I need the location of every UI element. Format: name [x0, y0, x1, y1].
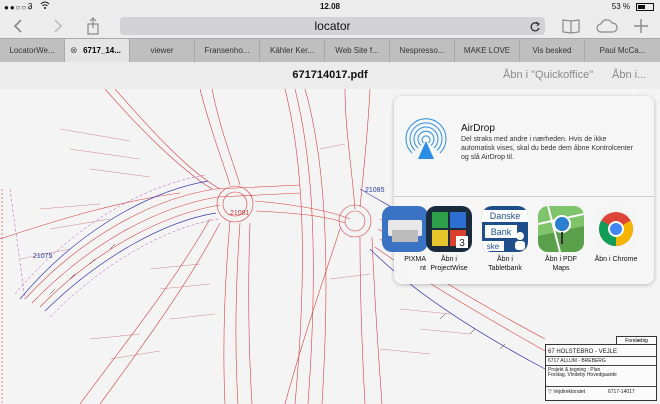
chainage-label: 21081	[230, 210, 250, 217]
pdf-maps-icon	[538, 206, 584, 252]
battery-percent: 53 %	[611, 2, 630, 11]
address-bar[interactable]: locator	[120, 17, 545, 35]
tab-item[interactable]: Fransenho...	[195, 39, 260, 62]
status-bar: ●●○○○ 3 12.08 53 %	[0, 0, 660, 14]
reload-icon[interactable]	[529, 17, 541, 40]
share-sheet-popover: AirDrop Del straks med andre i nærheden.…	[382, 96, 654, 284]
danske-bank-icon: Danske Bank ske	[482, 206, 528, 252]
title-block-line: Forslag, Vindeby Hovedgaarde	[548, 372, 617, 378]
app-pdf-maps[interactable]: Åbn i PDF Maps	[536, 206, 586, 273]
drawing-title-block: 67 HOLSTEBRO - VEJLE 6717 ALLUM - BREBER…	[545, 344, 657, 401]
tab-label: Web Site f...	[335, 46, 379, 55]
title-block-project: 67 HOLSTEBRO - VEJLE	[548, 349, 618, 355]
airdrop-title: AirDrop	[461, 123, 495, 134]
pdf-header: 671714017.pdf Åbn i "Quickoffice" Åbn i.…	[0, 62, 660, 89]
pixma-icon	[382, 206, 428, 252]
app-label: Åbn i ProjectWise	[430, 256, 468, 272]
open-in-button[interactable]: Åbn i...	[612, 69, 646, 81]
airdrop-icon[interactable]	[404, 117, 448, 161]
projectwise-icon: 3	[426, 206, 472, 252]
forward-icon[interactable]	[48, 17, 66, 35]
open-in-quickoffice-button[interactable]: Åbn i "Quickoffice"	[503, 69, 593, 81]
icloud-tabs-icon[interactable]	[595, 17, 619, 35]
app-tabletbank[interactable]: Danske Bank ske Åbn i Tabletbank	[480, 206, 530, 273]
back-icon[interactable]	[10, 17, 28, 35]
app-label: Åbn i Chrome	[594, 256, 638, 263]
svg-text:3: 3	[459, 238, 465, 249]
popover-arrow	[625, 87, 641, 96]
tab-item[interactable]: Web Site f...	[325, 39, 390, 62]
tab-label: viewer	[150, 46, 174, 55]
browser-toolbar: locator	[0, 14, 660, 38]
tab-item[interactable]: Paul McCa...	[585, 39, 660, 62]
app-label: PIXMA nt	[404, 256, 426, 272]
tab-label: Kähler Ker...	[269, 46, 315, 55]
app-projectwise[interactable]: 3 Åbn i ProjectWise	[424, 206, 474, 273]
svg-text:ske: ske	[487, 242, 500, 251]
battery-icon	[636, 3, 654, 11]
share-icon[interactable]	[84, 17, 102, 35]
reading-list-icon[interactable]	[561, 17, 580, 35]
title-block-authority: ▽ Vejdirektoratet	[548, 389, 586, 395]
tab-item[interactable]: MAKE LOVE	[455, 39, 520, 62]
tab-bar: LocatorWe... ⊗ 6717_14... viewer Fransen…	[0, 38, 660, 62]
title-block-drawing-number: 6717-14017	[608, 389, 635, 395]
clock: 12.08	[319, 2, 341, 11]
tab-label: Nespresso...	[399, 46, 445, 55]
app-pixma[interactable]: PIXMA nt	[380, 206, 430, 273]
tab-item[interactable]: Vis besked	[520, 39, 585, 62]
title-block-section: 6717 ALLUM - BREBERG	[548, 358, 606, 364]
tab-label: LocatorWe...	[9, 46, 55, 55]
new-tab-icon[interactable]	[632, 17, 650, 35]
chrome-icon	[593, 206, 639, 252]
tab-label: 6717_14...	[83, 46, 121, 55]
app-chrome[interactable]: Åbn i Chrome	[591, 206, 641, 264]
svg-text:Bank: Bank	[491, 227, 512, 237]
chainage-label: 21085	[365, 187, 385, 194]
tab-label: MAKE LOVE	[463, 46, 511, 55]
app-label: Åbn i PDF Maps	[545, 256, 577, 272]
close-tab-icon[interactable]: ⊗	[70, 39, 78, 62]
tab-label: Fransenho...	[204, 46, 250, 55]
tab-item[interactable]: viewer	[130, 39, 195, 62]
app-label: Åbn i Tabletbank	[488, 256, 522, 272]
tab-label: Vis besked	[532, 46, 572, 55]
tab-item[interactable]: Nespresso...	[390, 39, 455, 62]
tab-item[interactable]: LocatorWe...	[0, 39, 65, 62]
chainage-label: 21075	[33, 253, 53, 260]
airdrop-description: Del straks med andre i nærheden. Hvis de…	[461, 136, 633, 161]
tab-item[interactable]: Kähler Ker...	[260, 39, 325, 62]
svg-text:Danske: Danske	[490, 211, 521, 221]
tab-item-active[interactable]: ⊗ 6717_14...	[65, 39, 130, 62]
divider	[394, 196, 654, 197]
tab-label: Paul McCa...	[599, 46, 646, 55]
url-text: locator	[314, 19, 351, 33]
